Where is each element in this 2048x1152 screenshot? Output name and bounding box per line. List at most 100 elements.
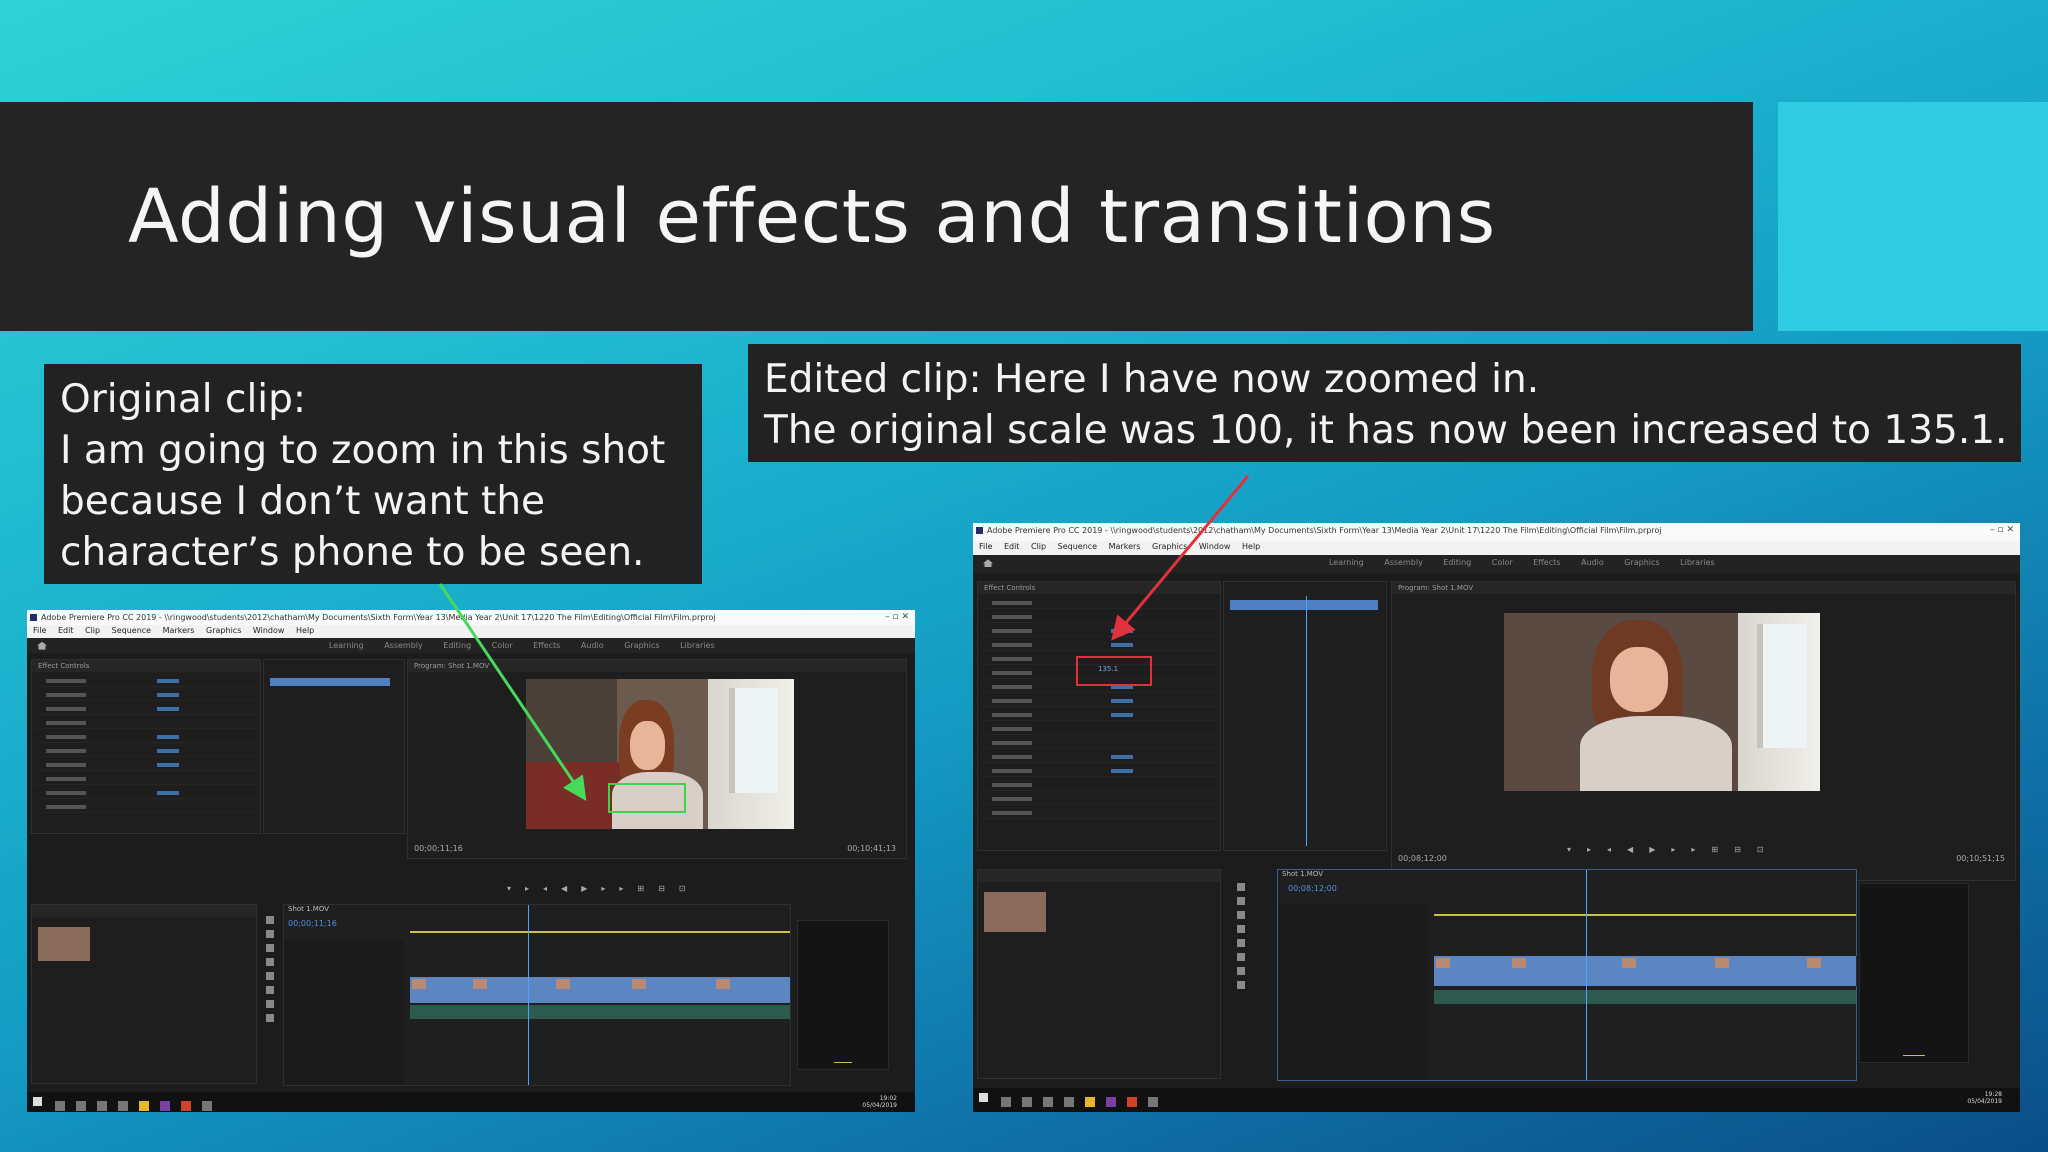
ec-row[interactable]: [36, 676, 256, 687]
timeline-clip[interactable]: [630, 977, 715, 1003]
timeline-tab[interactable]: Shot 1.MOV: [1282, 870, 1323, 878]
premiere-icon[interactable]: [160, 1100, 170, 1111]
track-select-icon[interactable]: [266, 930, 274, 938]
timeline-clip[interactable]: [470, 977, 556, 1003]
timeline-clip[interactable]: [1805, 956, 1857, 986]
taskbar-clock[interactable]: 19:02 05/04/2019: [862, 1095, 897, 1109]
premiere-icon[interactable]: [1106, 1097, 1116, 1108]
menu-file[interactable]: File: [33, 626, 46, 635]
workspace-tab[interactable]: Graphics: [1624, 558, 1659, 567]
pen-tool-icon[interactable]: [266, 986, 274, 994]
task-view-icon[interactable]: [76, 1100, 86, 1111]
selection-tool-icon[interactable]: [266, 916, 274, 924]
program-tab[interactable]: Program: Shot 1.MOV: [1392, 582, 2015, 594]
ec-row[interactable]: [982, 794, 1216, 805]
ec-row-scale[interactable]: [982, 640, 1216, 651]
ec-row[interactable]: [36, 718, 256, 729]
ec-row[interactable]: [36, 704, 256, 715]
ec-row[interactable]: [36, 732, 256, 743]
ec-row[interactable]: [982, 738, 1216, 749]
timeline-clip[interactable]: [554, 977, 632, 1003]
workspace-tab[interactable]: Libraries: [680, 641, 715, 650]
timeline-tab[interactable]: Shot 1.MOV: [288, 905, 329, 913]
timeline-clip[interactable]: [714, 977, 791, 1003]
workspace-tab[interactable]: Audio: [581, 641, 604, 650]
task-view-icon[interactable]: [1022, 1097, 1032, 1108]
workspace-tab[interactable]: Libraries: [1680, 558, 1715, 567]
ec-row[interactable]: [982, 752, 1216, 763]
app-icon[interactable]: [1148, 1097, 1158, 1108]
ec-row[interactable]: [36, 746, 256, 757]
workspace-tab[interactable]: Assembly: [1384, 558, 1423, 567]
powerpoint-icon[interactable]: [1127, 1097, 1137, 1108]
razor-tool-icon[interactable]: [1237, 925, 1245, 933]
ripple-edit-icon[interactable]: [266, 944, 274, 952]
ec-row[interactable]: [36, 760, 256, 771]
menu-graphics[interactable]: Graphics: [1152, 542, 1187, 551]
workspace-tab[interactable]: Color: [492, 641, 513, 650]
slip-tool-icon[interactable]: [266, 972, 274, 980]
razor-tool-icon[interactable]: [266, 958, 274, 966]
ec-row[interactable]: [36, 690, 256, 701]
type-tool-icon[interactable]: [266, 1014, 274, 1022]
workspace-tab[interactable]: Learning: [329, 641, 364, 650]
audio-track-a1[interactable]: [410, 1005, 790, 1019]
program-tab[interactable]: Program: Shot 1.MOV: [408, 660, 906, 672]
timeline-clip[interactable]: [1434, 956, 1511, 986]
menu-markers[interactable]: Markers: [1109, 542, 1141, 551]
ec-row[interactable]: [982, 612, 1216, 623]
transport-controls[interactable]: ▾▸◂◀▶▸▸⊞⊟⊡: [1567, 845, 1780, 855]
track-select-icon[interactable]: [1237, 897, 1245, 905]
timeline-ruler[interactable]: [1434, 882, 1856, 894]
hand-tool-icon[interactable]: [1237, 967, 1245, 975]
file-explorer-icon[interactable]: [118, 1100, 128, 1111]
ec-row[interactable]: [982, 724, 1216, 735]
menu-clip[interactable]: Clip: [85, 626, 100, 635]
edge-icon[interactable]: [1043, 1097, 1053, 1108]
ripple-edit-icon[interactable]: [1237, 911, 1245, 919]
project-tab[interactable]: [978, 870, 1220, 882]
taskbar-clock[interactable]: 19:28 05/04/2019: [1967, 1091, 2002, 1105]
menu-sequence[interactable]: Sequence: [1058, 542, 1097, 551]
menu-edit[interactable]: Edit: [1004, 542, 1020, 551]
ec-row[interactable]: [982, 780, 1216, 791]
selection-tool-icon[interactable]: [1237, 883, 1245, 891]
project-clip-thumbnail[interactable]: [984, 892, 1046, 932]
timeline-timecode[interactable]: 00;08;12;00: [1288, 884, 1337, 893]
ec-row[interactable]: [982, 696, 1216, 707]
window-controls[interactable]: – ▫ ✕: [1990, 523, 2014, 538]
edge-icon[interactable]: [97, 1100, 107, 1111]
scale-value[interactable]: 135.1: [1098, 665, 1118, 673]
chrome-icon[interactable]: [1085, 1097, 1095, 1108]
home-icon[interactable]: [37, 641, 47, 650]
type-tool-icon[interactable]: [1237, 981, 1245, 989]
ec-row[interactable]: [982, 710, 1216, 721]
timeline-clip[interactable]: [1619, 956, 1714, 986]
search-icon[interactable]: [55, 1100, 65, 1111]
windows-start-icon[interactable]: [979, 1093, 988, 1103]
work-area-bar[interactable]: [410, 931, 790, 933]
workspace-tab[interactable]: Effects: [1533, 558, 1560, 567]
timeline-clip[interactable]: [410, 977, 472, 1003]
ec-row[interactable]: [982, 808, 1216, 819]
workspace-tab[interactable]: Assembly: [384, 641, 423, 650]
workspace-tab[interactable]: Learning: [1329, 558, 1364, 567]
file-explorer-icon[interactable]: [1064, 1097, 1074, 1108]
audio-track-a1[interactable]: [1434, 990, 1856, 1004]
search-icon[interactable]: [1001, 1097, 1011, 1108]
mini-playhead[interactable]: [1306, 596, 1307, 846]
menu-edit[interactable]: Edit: [58, 626, 74, 635]
timeline-timecode[interactable]: 00;00;11;16: [288, 919, 337, 928]
powerpoint-icon[interactable]: [181, 1100, 191, 1111]
menu-help[interactable]: Help: [296, 626, 314, 635]
ec-row[interactable]: [36, 802, 256, 813]
ec-row[interactable]: [982, 598, 1216, 609]
project-clip-thumbnail[interactable]: [38, 927, 90, 961]
playhead[interactable]: [527, 905, 529, 1085]
ec-row[interactable]: [982, 626, 1216, 637]
effect-controls-tab[interactable]: Effect Controls: [32, 660, 260, 672]
work-area-bar[interactable]: [1434, 914, 1856, 916]
pen-tool-icon[interactable]: [1237, 953, 1245, 961]
ec-row[interactable]: [36, 774, 256, 785]
menu-markers[interactable]: Markers: [163, 626, 195, 635]
